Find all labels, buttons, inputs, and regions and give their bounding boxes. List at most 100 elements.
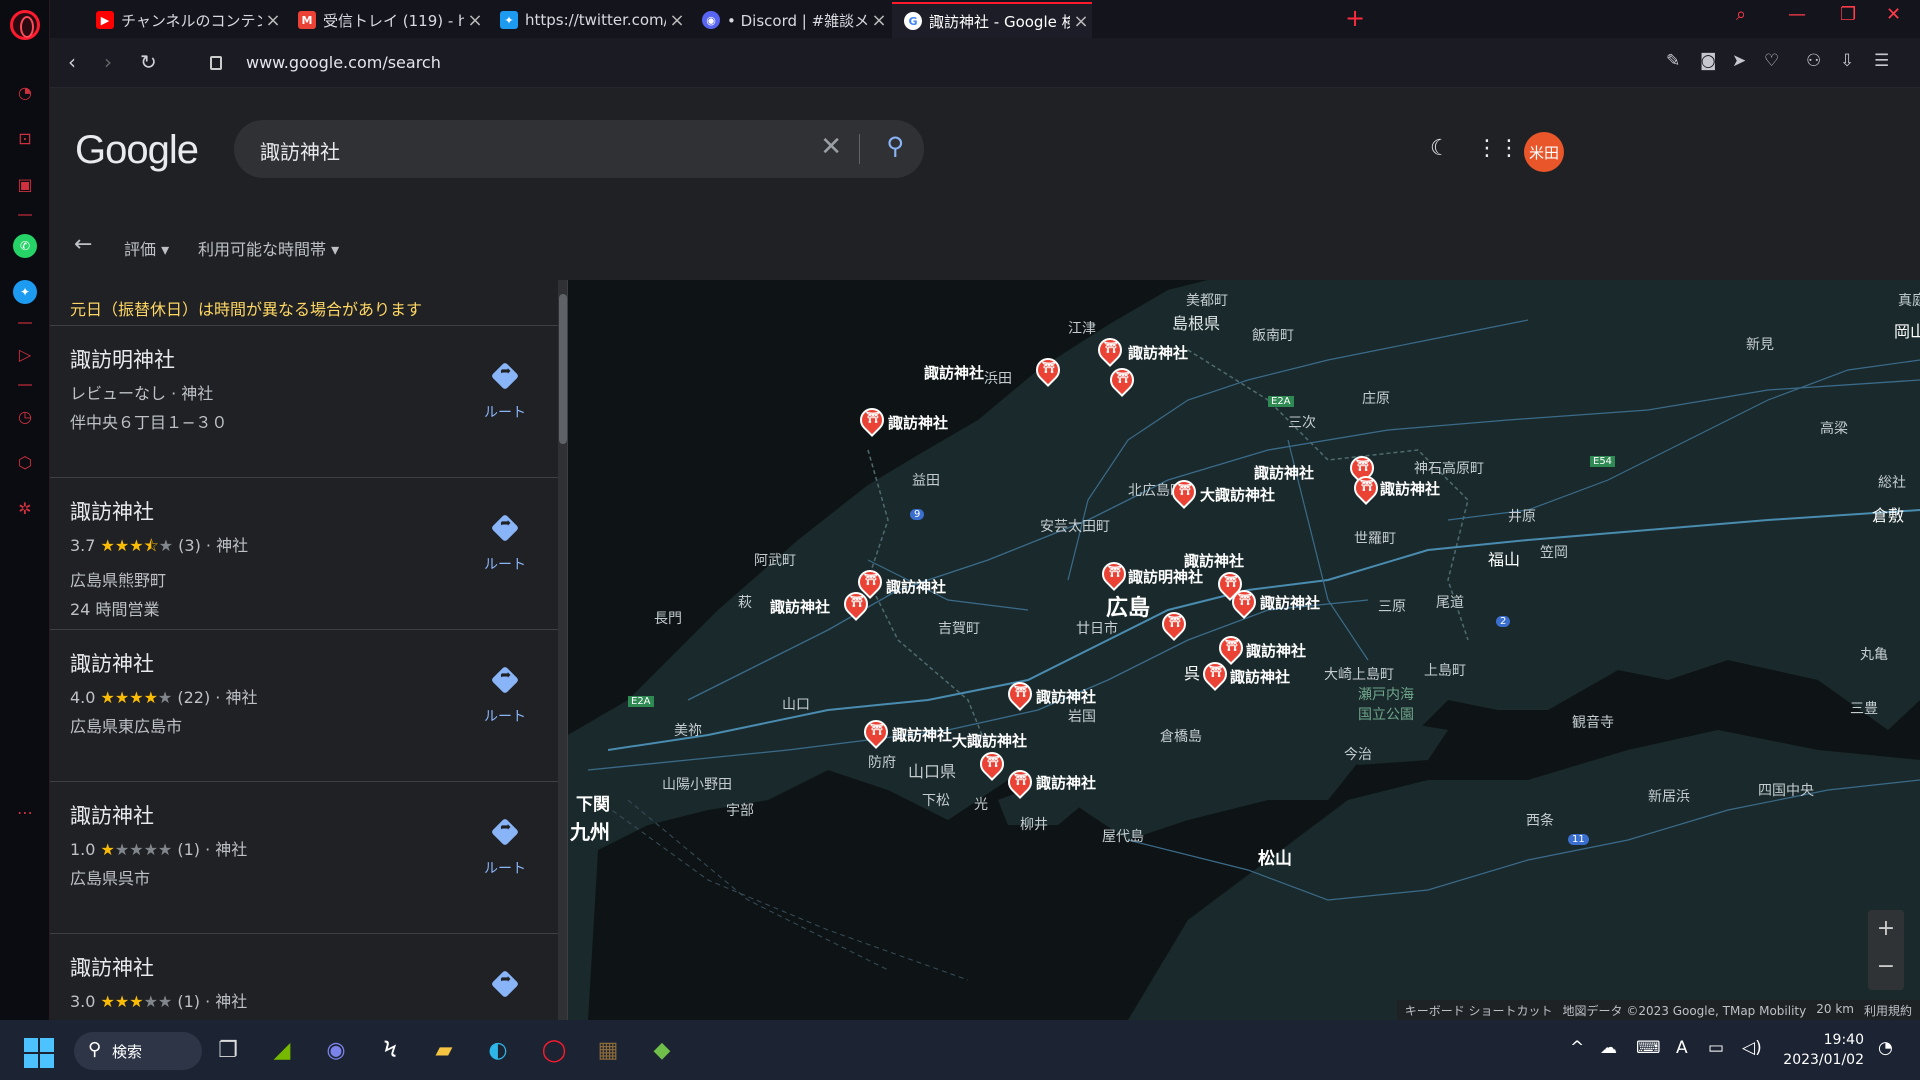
results-scrollbar[interactable]	[558, 280, 567, 1020]
route-button[interactable]	[470, 969, 540, 999]
map-scale[interactable]: 20 km	[1816, 1002, 1854, 1018]
zoom-controls[interactable]: + −	[1868, 910, 1904, 990]
zoom-out-icon[interactable]: −	[1868, 948, 1904, 986]
display-icon[interactable]: ▭	[1708, 1038, 1724, 1058]
tab-search-icon[interactable]: ⌕	[1736, 4, 1746, 25]
shrine-pin-icon[interactable]: ⛩	[1003, 677, 1037, 712]
notification-icon[interactable]: ◔	[1878, 1038, 1893, 1058]
app-icon[interactable]: Ϟ	[372, 1032, 408, 1068]
edit-icon[interactable]: ✎	[1666, 51, 1680, 71]
url-field[interactable]: www.google.com/search	[246, 53, 441, 72]
restore-icon[interactable]: ❐	[1840, 4, 1856, 25]
shrine-pin-icon[interactable]: ⛩	[1198, 657, 1232, 692]
route-button[interactable]: ルート	[470, 513, 540, 574]
new-tab-icon[interactable]: +	[1345, 4, 1365, 32]
result-item[interactable]: 諏訪明神社 レビューなし · 神社 伴中央６丁目１−３０ ルート	[50, 326, 567, 478]
shrine-pin-icon[interactable]: ⛩	[1093, 333, 1127, 368]
close-tab-icon[interactable]: ×	[262, 10, 284, 31]
back-icon[interactable]: ‹	[68, 50, 76, 74]
filter-hours[interactable]: 利用可能な時間帯 ▾	[198, 236, 339, 260]
more-options-icon[interactable]: ⋯	[13, 800, 37, 824]
tab-google-search[interactable]: G 諏訪神社 - Google 検索 ×	[892, 2, 1092, 38]
clear-search-icon[interactable]: ✕	[820, 132, 842, 162]
ime-indicator[interactable]: A	[1676, 1038, 1688, 1058]
pin-label[interactable]: 諏訪神社	[886, 576, 946, 597]
close-tab-icon[interactable]: ×	[868, 10, 890, 31]
tray-chevron-icon[interactable]: ^	[1570, 1038, 1584, 1058]
opera-logo-icon[interactable]	[10, 10, 40, 40]
shrine-pin-icon[interactable]: ⛩	[855, 403, 889, 438]
pin-label[interactable]: 諏訪神社	[892, 724, 952, 745]
easy-setup-icon[interactable]: ☰	[1874, 51, 1889, 71]
pin-label[interactable]: 諏訪神社	[770, 596, 830, 617]
tab-twitter[interactable]: ✦ https://twitter.com/accoun ×	[488, 2, 688, 38]
file-explorer-icon[interactable]: ▰	[426, 1032, 462, 1068]
google-logo[interactable]: Google	[75, 128, 199, 173]
edge-icon[interactable]: ◐	[480, 1032, 516, 1068]
lock-icon[interactable]	[210, 56, 222, 70]
close-tab-icon[interactable]: ×	[666, 10, 688, 31]
send-icon[interactable]: ➤	[1732, 51, 1746, 71]
pin-label[interactable]: 諏訪神社	[1128, 342, 1188, 363]
pin-label[interactable]: 諏訪神社	[1184, 550, 1244, 571]
volume-icon[interactable]: ◁)	[1742, 1038, 1762, 1058]
route-button[interactable]: ルート	[470, 361, 540, 422]
opera-icon[interactable]: ◯	[536, 1032, 572, 1068]
task-view-icon[interactable]: ❐	[210, 1032, 246, 1068]
route-button[interactable]: ルート	[470, 665, 540, 726]
windows-start-icon[interactable]	[24, 1038, 54, 1068]
minecraft-icon[interactable]: ▦	[590, 1032, 626, 1068]
pin-label[interactable]: 諏訪神社	[1246, 640, 1306, 661]
search-icon[interactable]: ⚲	[886, 132, 904, 160]
result-item[interactable]: 諏訪神社 1.0 ★★★★★ (1) · 神社 広島県呉市 ルート	[50, 782, 567, 934]
pin-label[interactable]: 諏訪神社	[1036, 686, 1096, 707]
map-view[interactable]: 美都町 島根県 飯南町 江津 浜田 庄原 三次 益田 北広島町 神石高原町 安芸…	[568, 280, 1920, 1020]
forward-icon[interactable]: ›	[104, 50, 112, 74]
scrollbar-thumb[interactable]	[559, 294, 567, 444]
twitch-icon[interactable]: ▣	[13, 172, 37, 196]
pin-label[interactable]: 諏訪神社	[924, 362, 984, 383]
heart-icon[interactable]: ♡	[1764, 51, 1779, 71]
teams-chat-icon[interactable]: ◉	[318, 1032, 354, 1068]
pin-label[interactable]: 諏訪神社	[1260, 592, 1320, 613]
pin-label[interactable]: 諏訪神社	[1254, 462, 1314, 483]
reload-icon[interactable]: ↻	[140, 50, 157, 74]
terms-link[interactable]: 利用規約	[1864, 1002, 1912, 1018]
nvidia-icon[interactable]: ◢	[264, 1032, 300, 1068]
close-tab-icon[interactable]: ×	[464, 10, 486, 31]
player-icon[interactable]: ▷	[13, 342, 37, 366]
dark-mode-moon-icon[interactable]: ☾	[1430, 136, 1450, 161]
search-input[interactable]: 諏訪神社	[260, 136, 340, 165]
filter-rating[interactable]: 評価 ▾	[124, 236, 169, 260]
minecraft-launcher-icon[interactable]: ◆	[644, 1032, 680, 1068]
pin-label[interactable]: 諏訪神社	[1230, 666, 1290, 687]
route-button[interactable]: ルート	[470, 817, 540, 878]
shrine-pin-icon[interactable]: ⛩	[975, 747, 1009, 782]
back-arrow-icon[interactable]: ←	[74, 232, 92, 257]
camera-icon[interactable]: ◙	[1700, 51, 1717, 71]
zoom-in-icon[interactable]: +	[1868, 910, 1904, 948]
avatar[interactable]: 米田	[1524, 132, 1564, 172]
shopping-icon[interactable]: ⊡	[13, 126, 37, 150]
tab-gmail[interactable]: M 受信トレイ (119) - hazimeyo ×	[286, 2, 486, 38]
shrine-pin-icon[interactable]: ⛩	[1157, 607, 1191, 642]
speed-dial-icon[interactable]: ◔	[13, 80, 37, 104]
pin-label[interactable]: 諏訪神社	[1380, 478, 1440, 499]
keyboard-shortcuts-link[interactable]: キーボード ショートカット	[1405, 1002, 1553, 1018]
shrine-pin-icon[interactable]: ⛩	[1227, 585, 1261, 620]
pin-label[interactable]: 大諏訪神社	[952, 730, 1027, 751]
keyboard-icon[interactable]: ⌨	[1636, 1038, 1661, 1058]
whatsapp-icon[interactable]: ✆	[13, 234, 37, 258]
history-icon[interactable]: ◷	[13, 404, 37, 428]
tab-discord[interactable]: ◉ • Discord | #雑談メイン | やあ ×	[690, 2, 890, 38]
extensions-cube-icon[interactable]: ⬡	[13, 450, 37, 474]
tab-youtube[interactable]: ▶ チャンネルのコンテンツ - YouTu ×	[84, 2, 284, 38]
close-window-icon[interactable]: ✕	[1886, 4, 1901, 25]
settings-gear-icon[interactable]: ✲	[13, 496, 37, 520]
pin-label[interactable]: 諏訪神社	[1036, 772, 1096, 793]
shrine-pin-icon[interactable]: ⛩	[1097, 557, 1131, 592]
pin-label[interactable]: 諏訪神社	[888, 412, 948, 433]
network-icon[interactable]: ☁	[1600, 1038, 1617, 1058]
result-item[interactable]: 諏訪神社 4.0 ★★★★★ (22) · 神社 広島県東広島市 ルート	[50, 630, 567, 782]
shrine-pin-icon[interactable]: ⛩	[1167, 475, 1201, 510]
